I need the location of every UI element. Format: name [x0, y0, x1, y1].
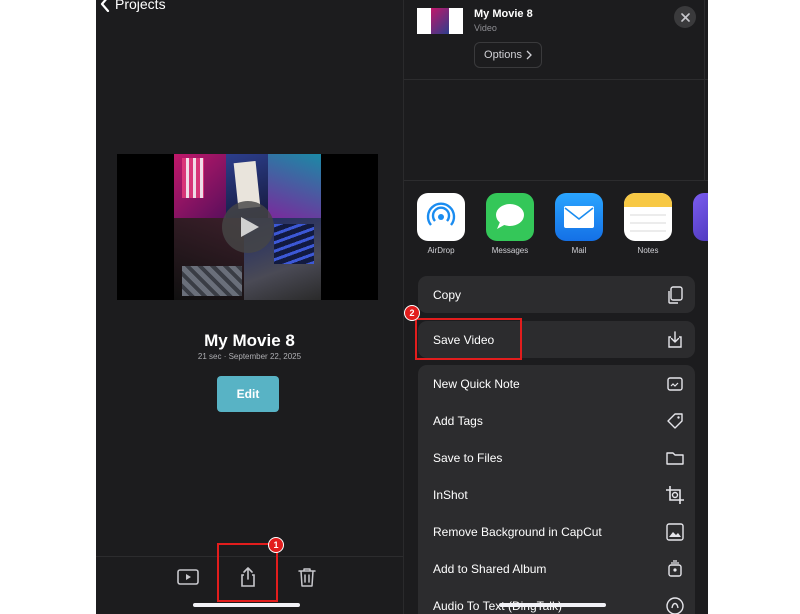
shared-item-type: Video: [474, 23, 497, 33]
mail-icon: [564, 206, 594, 228]
close-icon: [680, 12, 690, 22]
chevron-left-icon: [100, 0, 110, 12]
imovie-project-screen: Projects My Movie 8 21 sec · September 2…: [96, 0, 403, 614]
movie-preview[interactable]: [117, 154, 378, 300]
save-video-icon: [668, 331, 682, 348]
action-label: Save to Files: [433, 450, 503, 465]
inshot-action[interactable]: InShot: [418, 476, 695, 513]
save-to-files-action[interactable]: Save to Files: [418, 439, 695, 476]
play-icon: [241, 217, 259, 237]
share-sheet-header: My Movie 8 Video Options: [404, 0, 708, 80]
chevron-right-icon: [526, 50, 532, 60]
share-app-mail[interactable]: Mail: [554, 193, 604, 255]
action-label: Add Tags: [433, 413, 483, 428]
movie-title: My Movie 8: [204, 331, 295, 350]
add-tags-action[interactable]: Add Tags: [418, 402, 695, 439]
back-to-projects-link[interactable]: Projects: [100, 0, 166, 12]
quick-note-icon: [667, 377, 683, 391]
share-app-airdrop[interactable]: AirDrop: [416, 193, 466, 255]
step-2-badge: 2: [404, 305, 420, 321]
share-app-messages[interactable]: Messages: [485, 193, 535, 255]
divider: [404, 180, 708, 181]
add-to-shared-album-action[interactable]: Add to Shared Album: [418, 550, 695, 587]
tag-icon: [667, 413, 683, 429]
shared-item-thumbnail: [417, 8, 463, 34]
app-label: Messages: [491, 246, 529, 255]
folder-icon: [666, 452, 684, 465]
app-label: Notes: [637, 246, 659, 255]
audio-to-text-action[interactable]: Audio To Text (DingTalk): [418, 587, 695, 614]
waveform-icon: [666, 597, 684, 614]
notes-icon: [624, 193, 672, 232]
action-label: Remove Background in CapCut: [433, 524, 602, 539]
shared-item-title: My Movie 8: [474, 8, 533, 20]
home-indicator: [193, 603, 300, 607]
action-group-more: New Quick Note Add Tags Save to Files In…: [418, 365, 695, 614]
remove-background-capcut-action[interactable]: Remove Background in CapCut: [418, 513, 695, 550]
play-button[interactable]: [222, 201, 274, 253]
back-label: Projects: [115, 0, 166, 12]
close-button[interactable]: [674, 6, 696, 28]
movie-metadata: 21 sec · September 22, 2025: [197, 352, 302, 361]
play-preview-icon[interactable]: [176, 565, 200, 589]
action-label: Copy: [433, 287, 462, 302]
share-sheet-screen: My Movie 8 Video Options AirDrop Message…: [403, 0, 708, 614]
messages-icon: [496, 204, 524, 229]
new-quick-note-action[interactable]: New Quick Note: [418, 365, 695, 402]
home-indicator: [499, 603, 606, 607]
action-label: New Quick Note: [433, 376, 520, 391]
journal-icon: [707, 207, 708, 227]
action-label: Add to Shared Album: [433, 561, 547, 576]
trash-icon[interactable]: [295, 565, 319, 589]
app-label: Mail: [571, 246, 587, 255]
divider: [704, 0, 705, 180]
airdrop-icon: [426, 202, 456, 226]
app-label: AirDrop: [427, 246, 455, 255]
edit-button[interactable]: Edit: [217, 376, 279, 412]
app-label: Je: [692, 246, 708, 255]
action-label: InShot: [433, 487, 468, 502]
share-app-row: AirDrop Messages Mail Notes: [404, 193, 708, 257]
share-app-notes[interactable]: Notes: [623, 193, 673, 255]
options-button[interactable]: Options: [474, 42, 542, 68]
copy-icon: [668, 286, 683, 304]
step-1-badge: 1: [268, 537, 284, 553]
copy-action[interactable]: Copy: [418, 276, 695, 313]
shared-album-icon: [668, 560, 682, 577]
step-2-highlight: [415, 318, 522, 360]
options-label: Options: [484, 49, 522, 61]
share-app-journal[interactable]: Je: [692, 193, 708, 255]
action-group-copy: Copy: [418, 276, 695, 313]
crop-icon: [666, 486, 684, 504]
step-1-highlight: [217, 543, 278, 602]
image-icon: [666, 523, 684, 541]
